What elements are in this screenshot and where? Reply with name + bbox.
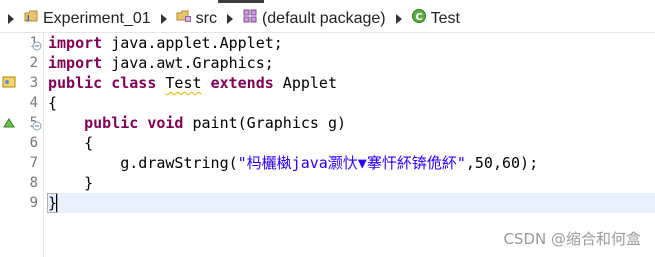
keyword: class	[111, 74, 157, 92]
package-icon	[242, 8, 258, 29]
overview-ruler	[0, 33, 20, 257]
watermark: CSDN @缩合和何盒	[503, 230, 641, 248]
code-line-8: }	[48, 173, 93, 193]
code-line-7: g.drawString("杩欐槸java灏忕▼搴忓紑锛佹紑",50,60);	[48, 153, 538, 173]
code-text: {	[48, 94, 58, 112]
chevron-right-icon[interactable]	[159, 13, 169, 24]
class-name-warning[interactable]: Test	[165, 74, 201, 92]
line-number: 2	[29, 55, 38, 71]
code-line-2: import java.awt.Graphics;	[48, 53, 274, 73]
source-folder-icon	[176, 8, 192, 29]
line-number: 3	[29, 75, 38, 91]
line-number: 7	[29, 155, 38, 171]
fold-collapse-icon[interactable]	[32, 118, 42, 131]
code-line-1: import java.applet.Applet;	[48, 33, 283, 53]
code-text: Applet	[273, 74, 337, 92]
gutter-divider	[43, 33, 44, 257]
code-line-3: public class Test extends Applet	[48, 73, 337, 93]
code-line-6: {	[48, 133, 93, 153]
java-class-icon: C	[411, 8, 427, 29]
keyword: import	[48, 34, 103, 52]
code-text: java.applet.Applet;	[102, 34, 283, 52]
code-text: g.drawString(	[48, 154, 238, 172]
editor-tab-indicator	[0, 0, 655, 3]
keyword: void	[147, 114, 184, 132]
keyword: public	[84, 114, 139, 132]
keyword: extends	[210, 74, 274, 92]
fold-collapse-icon[interactable]	[32, 38, 42, 51]
breadcrumb-item-class[interactable]: C Test	[409, 7, 462, 31]
breadcrumb-item-package[interactable]: (default package)	[240, 7, 388, 31]
breadcrumb-label: Experiment_01	[43, 9, 151, 27]
chevron-right-icon[interactable]	[394, 13, 404, 24]
breadcrumb-item-src[interactable]: src	[174, 7, 219, 31]
breadcrumb-label: Test	[430, 9, 460, 27]
code-text: {	[48, 134, 94, 152]
line-number: 4	[29, 95, 38, 111]
current-line-highlight	[48, 193, 655, 213]
svg-text:J: J	[26, 14, 30, 22]
breadcrumb: J Experiment_01 src (default package) C …	[0, 5, 655, 33]
line-number: 8	[29, 175, 38, 191]
svg-text:C: C	[415, 12, 422, 23]
chevron-right-icon[interactable]	[6, 13, 16, 24]
text-cursor	[56, 194, 57, 212]
code-text: paint(Graphics g)	[183, 114, 347, 132]
keyword: import	[48, 54, 103, 72]
breadcrumb-item-project[interactable]: J Experiment_01	[21, 7, 153, 31]
string-literal: "杩欐槸java灏忕▼搴忓紑锛佹紑"	[237, 154, 466, 172]
keyword: public	[48, 74, 103, 92]
code-text: java.awt.Graphics;	[102, 54, 274, 72]
breadcrumb-label: (default package)	[261, 9, 386, 27]
code-line-5: public void paint(Graphics g)	[48, 113, 346, 133]
java-project-icon: J	[23, 8, 39, 29]
breadcrumb-label: src	[195, 9, 217, 27]
code-text: ,50,60);	[465, 154, 539, 172]
override-marker-icon[interactable]	[2, 116, 16, 130]
code-text: }	[48, 174, 94, 192]
line-number: 9	[29, 195, 38, 211]
warning-marker-icon[interactable]	[2, 75, 16, 89]
line-number: 6	[29, 135, 38, 151]
code-editor[interactable]: import java.applet.Applet; import java.a…	[46, 33, 655, 233]
chevron-right-icon[interactable]	[225, 13, 235, 24]
code-line-4: {	[48, 93, 57, 113]
